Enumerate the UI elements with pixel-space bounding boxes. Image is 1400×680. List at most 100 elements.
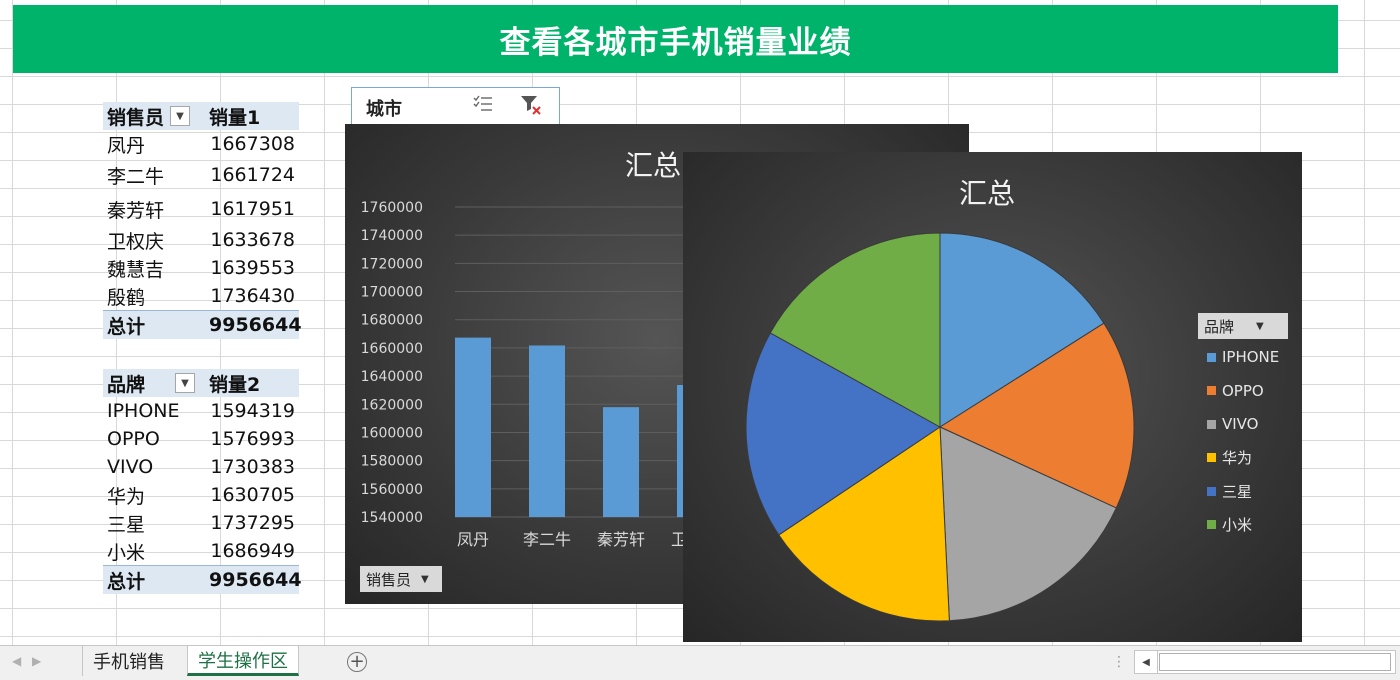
legend-label: VIVO [1222, 415, 1259, 433]
pivot-table-brand[interactable]: 品牌 ▼ 销量2 IPHONE 1594319 OPPO 1576993 VIVO 17… [103, 369, 302, 594]
filter-dropdown-icon[interactable]: ▼ [170, 106, 191, 126]
legend-swatch [1207, 419, 1216, 429]
field-button-label: 销售员 [366, 570, 412, 589]
worksheet-grid[interactable]: 查看各城市手机销量业绩 销售员 ▼ 销量1 凤丹 1667308 李二牛 166172… [0, 0, 1400, 645]
scroll-left-arrow-icon[interactable]: ◀ [1135, 651, 1158, 673]
pivot-row[interactable]: OPPO 1576993 [103, 425, 299, 453]
pivot-total-row[interactable]: 总计 9956644 [103, 565, 302, 594]
pivot-row[interactable]: 李二牛 1661724 [103, 158, 299, 192]
legend-swatch [1207, 386, 1216, 395]
y-tick-label: 1600000 [361, 425, 423, 441]
pivot-total-value: 9956644 [209, 569, 302, 591]
x-tick-label: 李二牛 [523, 530, 571, 549]
city-slicer[interactable]: 城市 [351, 87, 560, 127]
x-tick-label: 凤丹 [457, 530, 489, 549]
brand-field-button[interactable]: 品牌 ▼ [1198, 313, 1288, 339]
legend-label: OPPO [1222, 381, 1264, 400]
pivot-header-row: 品牌 ▼ 销量2 [103, 369, 299, 397]
scroll-split-handle[interactable]: ⋮ [1112, 654, 1126, 670]
pivot-row[interactable]: 华为 1630705 [103, 481, 299, 509]
y-tick-label: 1580000 [361, 454, 423, 470]
pivot-row-label: 秦芳轩 [107, 199, 165, 222]
pivot-row[interactable]: 秦芳轩 1617951 [103, 192, 299, 226]
pivot-row-label: OPPO [107, 428, 160, 450]
legend-label: 华为 [1222, 449, 1253, 467]
tab-sheet-1[interactable]: 手机销售 [82, 646, 175, 676]
slicer-title: 城市 [366, 99, 402, 120]
pivot-row-value: 1661724 [210, 164, 295, 186]
legend-item: 小米 [1207, 515, 1252, 535]
pivot-header-row: 销售员 ▼ 销量1 [103, 102, 299, 130]
pivot-header-label: 销售员 [107, 106, 165, 129]
legend-swatch [1207, 520, 1216, 529]
legend-label: 小米 [1222, 516, 1253, 534]
y-tick-label: 1760000 [361, 200, 423, 216]
pivot-row-value: 1686949 [210, 540, 295, 562]
y-tick-label: 1660000 [361, 341, 423, 357]
pivot-total-value: 9956644 [209, 314, 302, 336]
multi-select-icon[interactable] [472, 94, 494, 119]
pivot-header-value: 销量1 [209, 106, 261, 129]
pivot-row[interactable]: VIVO 1730383 [103, 453, 299, 481]
scroll-right-icon[interactable]: ▶ [32, 654, 41, 668]
tab-sheet-2[interactable]: 学生操作区 [187, 646, 299, 676]
pivot-row[interactable]: 凤丹 1667308 [103, 130, 299, 158]
salesperson-field-button[interactable]: 销售员 ▼ [360, 566, 442, 592]
pivot-row-value: 1736430 [210, 285, 295, 307]
legend-item: IPHONE [1207, 347, 1279, 367]
pivot-row-label: 魏慧吉 [107, 258, 165, 281]
pivot-row-value: 1630705 [210, 484, 295, 506]
field-button-label: 品牌 [1204, 317, 1235, 336]
pivot-row[interactable]: 三星 1737295 [103, 509, 299, 537]
y-tick-label: 1560000 [361, 482, 423, 498]
pivot-row-value: 1639553 [210, 257, 295, 279]
pivot-row-value: 1594319 [210, 400, 295, 422]
legend-item: 华为 [1207, 448, 1252, 468]
pivot-row-value: 1633678 [210, 229, 295, 251]
pivot-row-value: 1667308 [210, 133, 295, 155]
legend-swatch [1207, 486, 1216, 496]
filter-dropdown-icon[interactable]: ▼ [175, 373, 196, 393]
legend-swatch [1207, 453, 1216, 462]
y-tick-label: 1540000 [361, 510, 423, 526]
horizontal-scrollbar[interactable]: ◀ [1134, 650, 1396, 674]
banner-title: 查看各城市手机销量业绩 [13, 5, 1338, 73]
legend-label: IPHONE [1222, 348, 1280, 366]
pivot-row-value: 1576993 [210, 428, 295, 450]
pivot-table-sales[interactable]: 销售员 ▼ 销量1 凤丹 1667308 李二牛 1661724 秦芳轩 1617951… [103, 102, 302, 339]
chevron-down-icon: ▼ [1256, 320, 1264, 332]
pivot-header-value: 销量2 [209, 373, 261, 396]
pivot-row-label: 三星 [107, 513, 146, 536]
bar [455, 337, 491, 517]
add-sheet-icon[interactable]: + [347, 652, 367, 672]
y-tick-label: 1680000 [361, 313, 423, 329]
scroll-left-icon[interactable]: ◀ [12, 654, 21, 668]
scrollbar-thumb[interactable] [1159, 653, 1391, 671]
pivot-total-row[interactable]: 总计 9956644 [103, 310, 302, 339]
pivot-row[interactable]: 殷鹤 1736430 [103, 282, 299, 310]
sheet-tab-bar: ◀ ▶ 手机销售 学生操作区 + ⋮ ◀ [0, 645, 1400, 680]
legend-item: VIVO [1207, 414, 1259, 434]
legend-swatch [1207, 352, 1216, 362]
pivot-row[interactable]: 魏慧吉 1639553 [103, 254, 299, 282]
clear-filter-icon[interactable] [519, 93, 543, 121]
pivot-row-value: 1730383 [210, 456, 295, 478]
bar [529, 345, 565, 517]
legend-label: 三星 [1222, 482, 1253, 501]
pivot-row-label: 小米 [107, 541, 146, 564]
pivot-row[interactable]: IPHONE 1594319 [103, 397, 299, 425]
pivot-row-label: 李二牛 [107, 165, 165, 188]
pie-chart[interactable]: 汇总 品牌 ▼ IPHONE OPPO VIVO 华为 三星 小米 [683, 152, 1302, 642]
pivot-header-label: 品牌 [107, 373, 146, 396]
legend-item: OPPO [1207, 381, 1264, 401]
legend-item: 三星 [1207, 481, 1252, 501]
pivot-row[interactable]: 小米 1686949 [103, 537, 299, 565]
pivot-row-label: 华为 [107, 485, 146, 508]
chevron-down-icon: ▼ [421, 573, 429, 585]
pivot-row-label: IPHONE [107, 400, 180, 422]
y-tick-label: 1620000 [361, 397, 423, 413]
y-tick-label: 1720000 [361, 256, 423, 272]
y-tick-label: 1740000 [361, 228, 423, 244]
pivot-row[interactable]: 卫权庆 1633678 [103, 226, 299, 254]
bar [603, 407, 639, 517]
